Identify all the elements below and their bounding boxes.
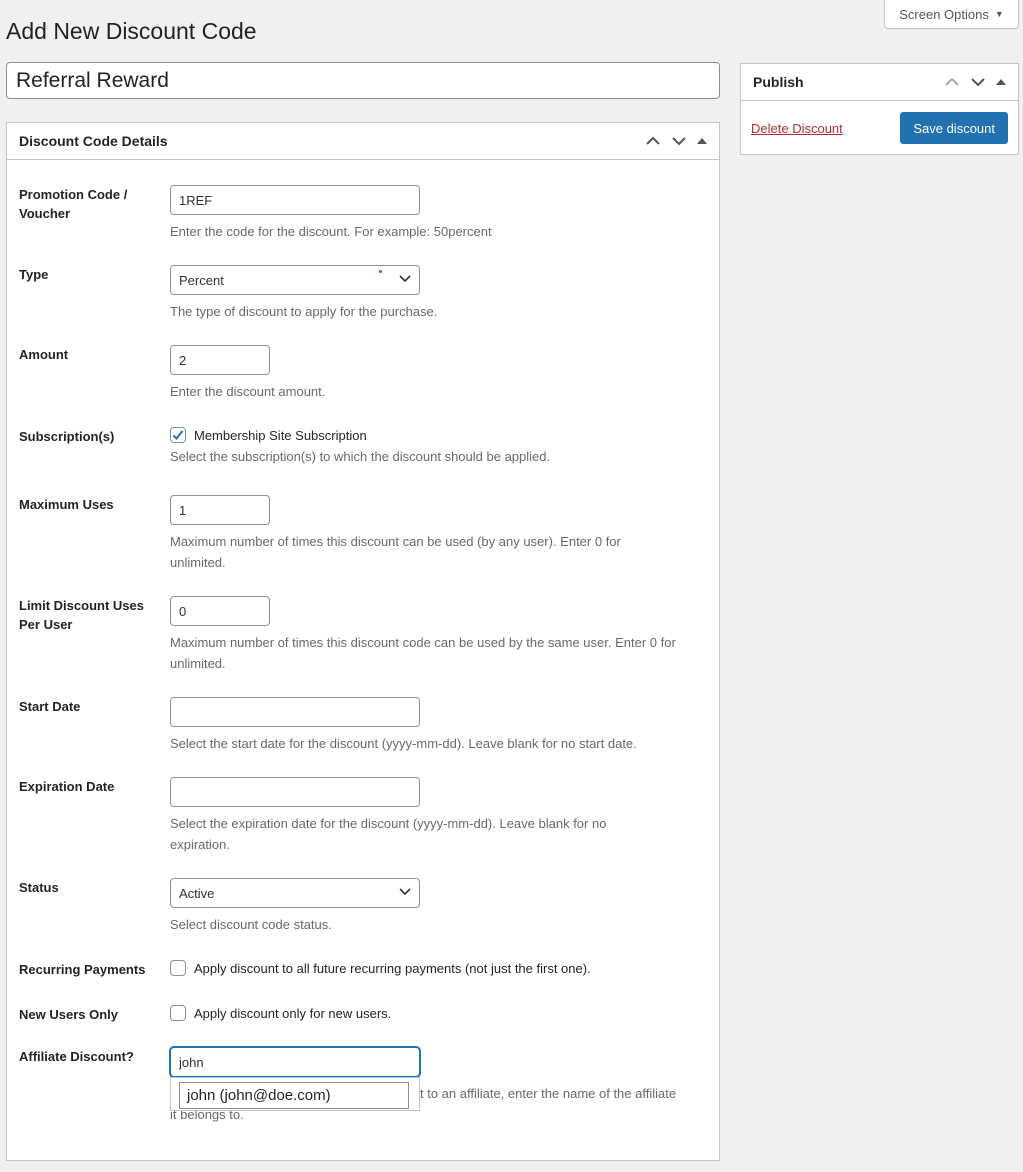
subscriptions-label: Subscription(s): [19, 429, 115, 444]
start-date-description: Select the start date for the discount (…: [170, 736, 637, 751]
publish-actions: Delete Discount Save discount: [741, 101, 1018, 155]
recurring-option-label: Apply discount to all future recurring p…: [194, 960, 591, 976]
affiliate-input[interactable]: [170, 1047, 420, 1077]
screen-options-button[interactable]: Screen Options ▼: [884, 0, 1019, 29]
amount-input[interactable]: [170, 345, 270, 375]
subscriptions-description: Select the subscription(s) to which the …: [170, 449, 551, 464]
details-box-header: Discount Code Details: [7, 123, 719, 160]
move-down-icon[interactable]: [970, 77, 986, 87]
checkmark-icon: [172, 430, 184, 440]
start-date-label: Start Date: [19, 699, 81, 714]
promo-code-description: Enter the code for the discount. For exa…: [170, 224, 492, 239]
max-uses-description: Maximum number of times this discount ca…: [170, 534, 621, 570]
type-description: The type of discount to apply for the pu…: [170, 304, 438, 319]
page-title: Add New Discount Code: [6, 18, 257, 44]
status-label: Status: [19, 880, 59, 895]
discount-details-box: Discount Code Details Promotion Code / V…: [6, 122, 720, 1161]
new-users-option[interactable]: Apply discount only for new users.: [170, 1005, 710, 1021]
promo-code-label: Promotion Code / Voucher: [19, 187, 128, 221]
subscription-checkbox[interactable]: [170, 427, 186, 443]
new-users-label: New Users Only: [19, 1007, 118, 1022]
collapse-toggle-icon[interactable]: [996, 78, 1006, 86]
new-users-option-label: Apply discount only for new users.: [194, 1005, 392, 1021]
promo-code-input[interactable]: [170, 185, 420, 215]
expiration-date-label: Expiration Date: [19, 779, 115, 794]
screen-options-label: Screen Options: [899, 6, 989, 22]
amount-label: Amount: [19, 347, 69, 362]
required-marker: [379, 270, 382, 273]
autocomplete-dropdown: john (john@doe.com): [170, 1077, 420, 1111]
publish-box-heading: Publish: [753, 74, 804, 90]
details-box-heading: Discount Code Details: [19, 133, 168, 149]
new-users-checkbox[interactable]: [170, 1005, 186, 1021]
max-uses-input[interactable]: [170, 495, 270, 525]
limit-per-user-input[interactable]: [170, 596, 270, 626]
chevron-down-icon: [399, 275, 411, 283]
chevron-down-icon: [399, 888, 411, 896]
recurring-option[interactable]: Apply discount to all future recurring p…: [170, 960, 710, 976]
limit-per-user-description: Maximum number of times this discount co…: [170, 635, 676, 671]
expiration-date-description: Select the expiration date for the disco…: [170, 816, 607, 852]
publish-box-handles: [944, 77, 1006, 87]
discount-title-input[interactable]: [6, 62, 720, 99]
move-up-icon[interactable]: [944, 77, 960, 87]
caret-down-icon: ▼: [994, 9, 1004, 19]
start-date-input[interactable]: [170, 697, 420, 727]
autocomplete-suggestion[interactable]: john (john@doe.com): [179, 1082, 409, 1109]
type-selected-value: Percent: [179, 272, 224, 288]
move-down-icon[interactable]: [671, 136, 687, 146]
delete-discount-link[interactable]: Delete Discount: [751, 121, 843, 136]
limit-per-user-label: Limit Discount Uses Per User: [19, 598, 144, 632]
subscription-option[interactable]: Membership Site Subscription: [170, 427, 710, 443]
max-uses-label: Maximum Uses: [19, 497, 114, 512]
publish-box-header: Publish: [741, 64, 1018, 101]
move-up-icon[interactable]: [645, 136, 661, 146]
status-description: Select discount code status.: [170, 917, 332, 932]
details-box-handles: [645, 136, 707, 146]
publish-box: Publish Delete Discount Save discount: [740, 63, 1019, 155]
amount-description: Enter the discount amount.: [170, 384, 326, 399]
status-selected-value: Active: [179, 885, 215, 901]
subscription-option-label: Membership Site Subscription: [194, 427, 367, 443]
recurring-label: Recurring Payments: [19, 962, 146, 977]
expiration-date-input[interactable]: [170, 777, 420, 807]
type-label: Type: [19, 267, 49, 282]
collapse-toggle-icon[interactable]: [697, 137, 707, 145]
save-discount-button[interactable]: Save discount: [900, 112, 1008, 144]
recurring-checkbox[interactable]: [170, 960, 186, 976]
type-select[interactable]: Percent: [170, 265, 420, 295]
affiliate-label: Affiliate Discount?: [19, 1049, 134, 1064]
status-select[interactable]: Active: [170, 878, 420, 908]
